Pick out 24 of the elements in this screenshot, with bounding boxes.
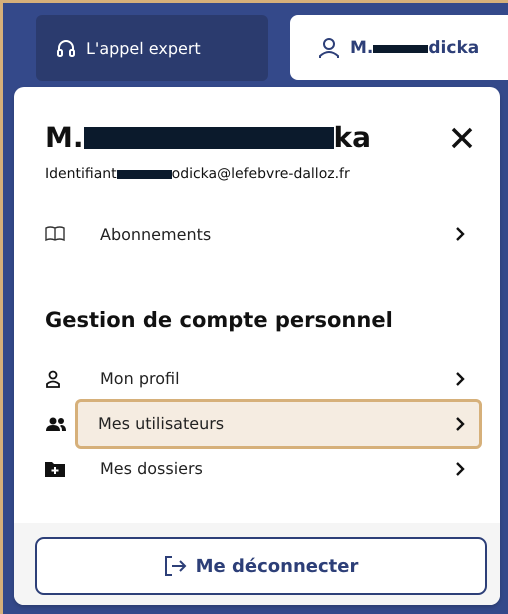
close-button[interactable] [450, 126, 474, 150]
menu-item[interactable]: Mes utilisateurs [75, 398, 482, 448]
user-icon [318, 36, 340, 58]
menu-item[interactable]: Abonnements [97, 209, 482, 259]
logout-button[interactable]: Me déconnecter [35, 537, 487, 595]
redaction-bar [116, 170, 172, 178]
section-title: Gestion de compte personnel [45, 308, 394, 332]
person-icon [45, 370, 61, 388]
headphones-icon [56, 38, 76, 58]
user-menu-button[interactable]: M. dicka [290, 15, 508, 80]
logout-icon [164, 555, 188, 577]
user-email: odicka@lefebvre-dalloz.fr [172, 166, 350, 182]
expert-call-button[interactable]: L'appel expert [36, 15, 268, 81]
folder-plus-icon [45, 460, 65, 476]
people-icon [45, 416, 67, 430]
book-icon [45, 226, 65, 242]
redaction-bar [373, 44, 428, 52]
user-id-label: Identifiant [45, 166, 117, 182]
user-name: M. [45, 121, 84, 154]
chevron-right-icon [455, 416, 465, 430]
chevron-right-icon [455, 227, 465, 241]
chevron-right-icon [455, 462, 465, 476]
chevron-right-icon [455, 372, 465, 386]
user-name: ka [334, 121, 372, 154]
